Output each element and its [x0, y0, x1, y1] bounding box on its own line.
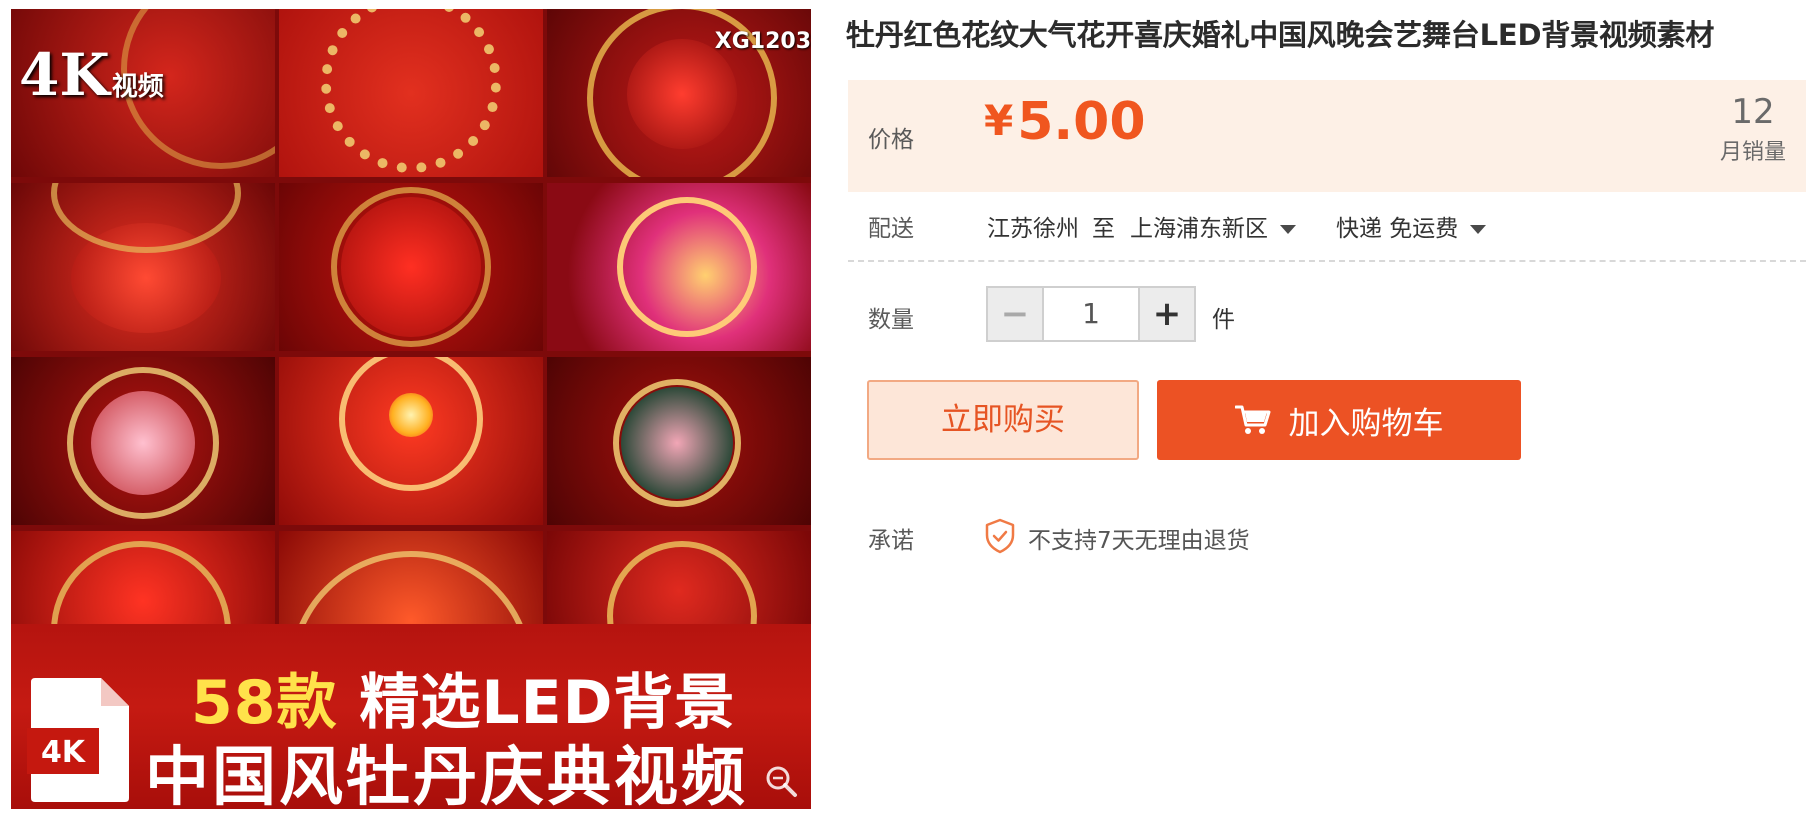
zoom-icon[interactable]: [763, 763, 799, 799]
4k-file-icon: 4K: [27, 678, 129, 802]
chevron-down-icon: [1280, 225, 1296, 234]
monthly-sales-label: 月销量: [1719, 140, 1786, 165]
quantity-stepper: − 1 +: [986, 286, 1196, 342]
product-main-image[interactable]: 4K视频 XG1203 4K 58款 精选LED背景 中国风牡丹庆典视频: [11, 9, 811, 809]
thumbnail: [11, 531, 275, 631]
promise-label: 承诺: [868, 528, 914, 554]
price-panel: 价格 ¥5.00 12 月销量: [848, 80, 1806, 192]
thumbnail: [279, 9, 543, 177]
file-icon-label: 4K: [41, 735, 87, 770]
thumbnail: [279, 357, 543, 525]
monthly-sales: 12 月销量: [1720, 92, 1786, 166]
product-title: 牡丹红色花纹大气花开喜庆婚礼中国风晚会艺舞台LED背景视频素材: [846, 18, 1715, 52]
monthly-sales-count: 12: [1731, 92, 1775, 132]
chevron-down-icon: [1470, 225, 1487, 234]
shipping-label: 配送: [868, 216, 914, 242]
quantity-unit: 件: [1212, 307, 1235, 333]
quantity-input[interactable]: 1: [1042, 288, 1140, 340]
shopping-cart-icon: [1234, 405, 1270, 434]
buy-now-button[interactable]: 立即购买: [867, 380, 1139, 460]
shipping-destination: 上海浦东新区: [1130, 216, 1268, 242]
4k-video-badge: 4K视频: [19, 41, 164, 109]
shield-check-icon: [985, 518, 1015, 554]
promise-text: 不支持7天无理由退货: [1028, 528, 1250, 554]
shipping-origin: 江苏徐州: [987, 216, 1079, 242]
price-amount: 5.00: [1017, 92, 1146, 152]
promo-banner: 4K 58款 精选LED背景 中国风牡丹庆典视频: [11, 624, 811, 809]
thumbnail: [547, 357, 811, 525]
badge-4k-text: 4K: [19, 41, 110, 109]
price-label: 价格: [868, 127, 914, 153]
shipping-row: 配送 江苏徐州 至 上海浦东新区 快递 免运费: [848, 192, 1806, 262]
currency-symbol: ¥: [984, 96, 1014, 145]
badge-video-text: 视频: [111, 72, 164, 102]
shipping-to-word: 至: [1092, 216, 1115, 242]
thumbnail: [279, 183, 543, 351]
shipping-method-select[interactable]: 快递 免运费: [1336, 209, 1487, 243]
quantity-label: 数量: [868, 307, 914, 333]
thumbnail: [279, 531, 543, 631]
product-code: XG1203: [714, 29, 811, 54]
increase-quantity-button[interactable]: +: [1140, 288, 1194, 340]
shipping-method: 快递 免运费: [1336, 216, 1459, 242]
add-to-cart-button[interactable]: 加入购物车: [1157, 380, 1521, 460]
decrease-quantity-button[interactable]: −: [988, 288, 1042, 340]
quantity-row: 数量 − 1 + 件: [848, 284, 1348, 342]
thumbnail: [547, 531, 811, 631]
add-to-cart-label: 加入购物车: [1288, 405, 1444, 442]
thumbnail: [11, 357, 275, 525]
thumbnail: [547, 183, 811, 351]
thumbnail: [11, 183, 275, 351]
shipping-destination-select[interactable]: 上海浦东新区: [1130, 209, 1296, 243]
banner-subheadline: 中国风牡丹庆典视频: [145, 741, 748, 809]
price-value: ¥5.00: [984, 92, 1146, 152]
